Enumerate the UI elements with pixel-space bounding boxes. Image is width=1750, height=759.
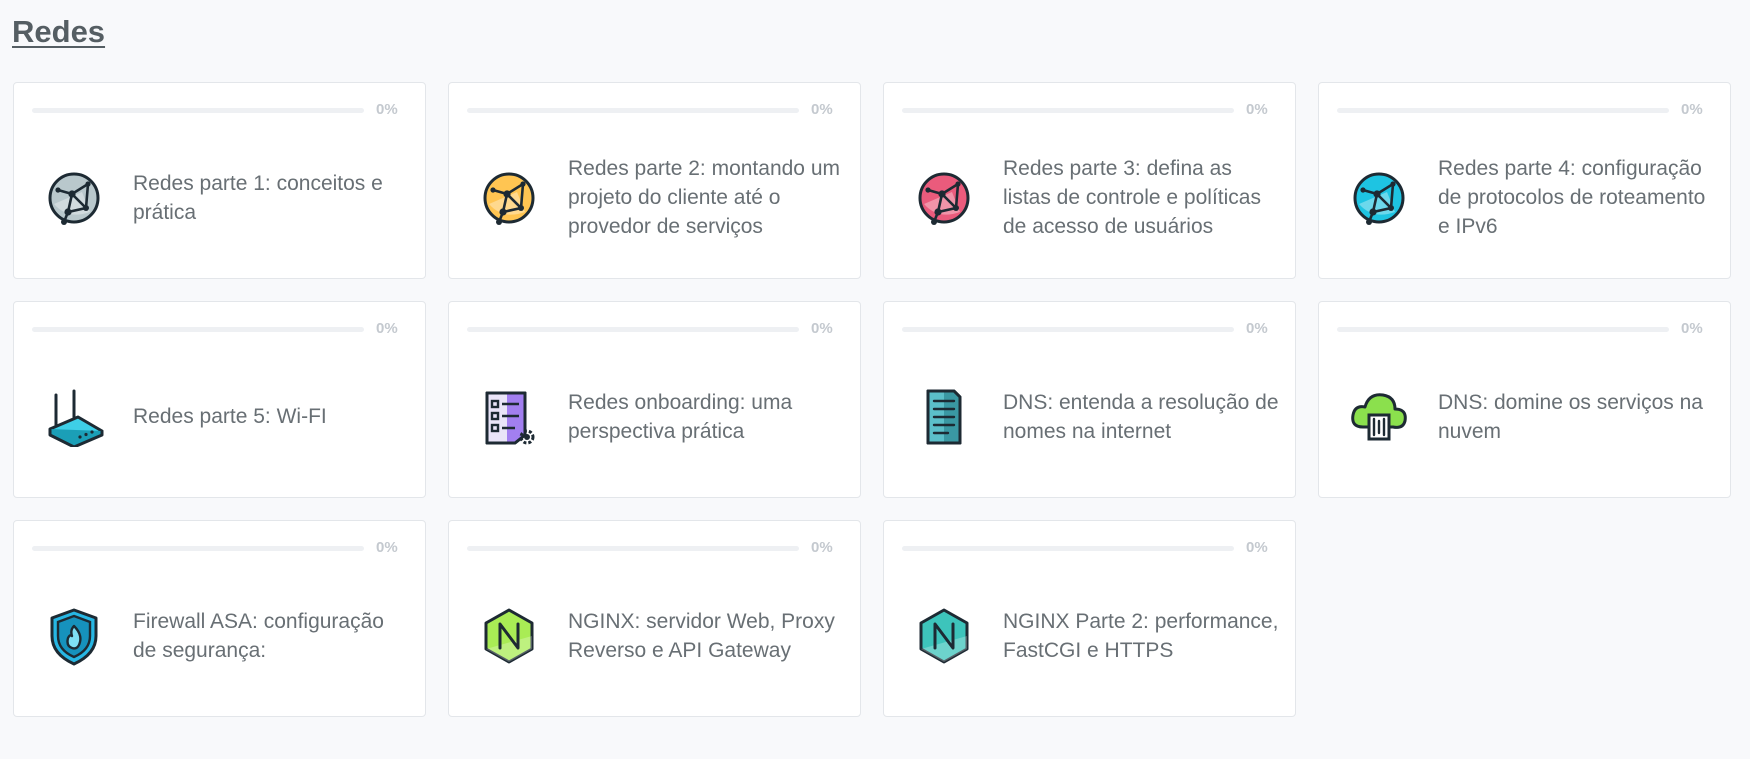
- progress-bar: [902, 546, 1234, 551]
- progress-bar: [32, 546, 364, 551]
- course-title[interactable]: Redes parte 2: montando um projeto do cl…: [568, 154, 846, 241]
- course-card[interactable]: 0% Redes onboarding: uma perspectiva prá…: [448, 301, 861, 498]
- progress-percent: 0%: [1681, 101, 1703, 118]
- progress-bar: [467, 546, 799, 551]
- progress-bar: [32, 108, 364, 113]
- course-card[interactable]: 0% NGINX Parte 2: performance, FastCGI e…: [883, 520, 1296, 717]
- progress-percent: 0%: [376, 539, 398, 556]
- progress-bar: [1337, 327, 1669, 332]
- progress-percent: 0%: [1246, 539, 1268, 556]
- progress-bar: [1337, 108, 1669, 113]
- course-title[interactable]: NGINX: servidor Web, Proxy Reverso e API…: [568, 607, 846, 665]
- progress-percent: 0%: [811, 539, 833, 556]
- globe-network-icon: [914, 168, 974, 228]
- progress-percent: 0%: [811, 320, 833, 337]
- course-title[interactable]: NGINX Parte 2: performance, FastCGI e HT…: [1003, 607, 1281, 665]
- firewall-shield-icon: [44, 606, 104, 666]
- progress-bar: [902, 108, 1234, 113]
- nginx-logo-icon: [914, 606, 974, 666]
- progress-percent: 0%: [1246, 101, 1268, 118]
- course-title[interactable]: Firewall ASA: configuração de segurança:: [133, 607, 411, 665]
- dns-document-icon: [914, 387, 974, 447]
- progress-percent: 0%: [376, 320, 398, 337]
- course-card[interactable]: 0% DNS: entenda a resolução de nomes na …: [883, 301, 1296, 498]
- course-card[interactable]: 0% Firewall ASA: configuração de seguran…: [13, 520, 426, 717]
- course-card[interactable]: 0% NGINX: servidor Web, Proxy Reverso e …: [448, 520, 861, 717]
- progress-bar: [467, 108, 799, 113]
- course-card[interactable]: 0% Redes parte 3: defina as listas de co…: [883, 82, 1296, 279]
- course-card[interactable]: 0% Redes parte 4: configuração de protoc…: [1318, 82, 1731, 279]
- progress-percent: 0%: [1246, 320, 1268, 337]
- progress-bar: [32, 327, 364, 332]
- wifi-router-icon: [44, 387, 104, 447]
- course-title[interactable]: Redes parte 1: conceitos e prática: [133, 169, 411, 227]
- checklist-settings-icon: [479, 387, 539, 447]
- course-card[interactable]: 0% Redes parte 1: conceitos e prática: [13, 82, 426, 279]
- course-card[interactable]: 0% DNS: domine os serviços na nuvem: [1318, 301, 1731, 498]
- course-card[interactable]: 0% Redes parte 2: montando um projeto do…: [448, 82, 861, 279]
- course-title[interactable]: Redes parte 4: configuração de protocolo…: [1438, 154, 1716, 241]
- globe-network-icon: [1349, 168, 1409, 228]
- course-card[interactable]: 0% Redes parte 5: Wi-FI: [13, 301, 426, 498]
- progress-percent: 0%: [376, 101, 398, 118]
- course-title[interactable]: DNS: entenda a resolução de nomes na int…: [1003, 388, 1281, 446]
- globe-network-icon: [479, 168, 539, 228]
- course-grid: 0% Redes parte 1: conceitos e prática 0%: [13, 82, 1731, 717]
- course-title[interactable]: Redes onboarding: uma perspectiva prátic…: [568, 388, 846, 446]
- progress-percent: 0%: [811, 101, 833, 118]
- course-title[interactable]: DNS: domine os serviços na nuvem: [1438, 388, 1716, 446]
- cloud-dns-icon: [1349, 387, 1409, 447]
- course-title[interactable]: Redes parte 3: defina as listas de contr…: [1003, 154, 1281, 241]
- progress-bar: [467, 327, 799, 332]
- progress-bar: [902, 327, 1234, 332]
- nginx-logo-icon: [479, 606, 539, 666]
- progress-percent: 0%: [1681, 320, 1703, 337]
- page-title[interactable]: Redes: [12, 14, 105, 50]
- globe-network-icon: [44, 168, 104, 228]
- course-title[interactable]: Redes parte 5: Wi-FI: [133, 402, 327, 431]
